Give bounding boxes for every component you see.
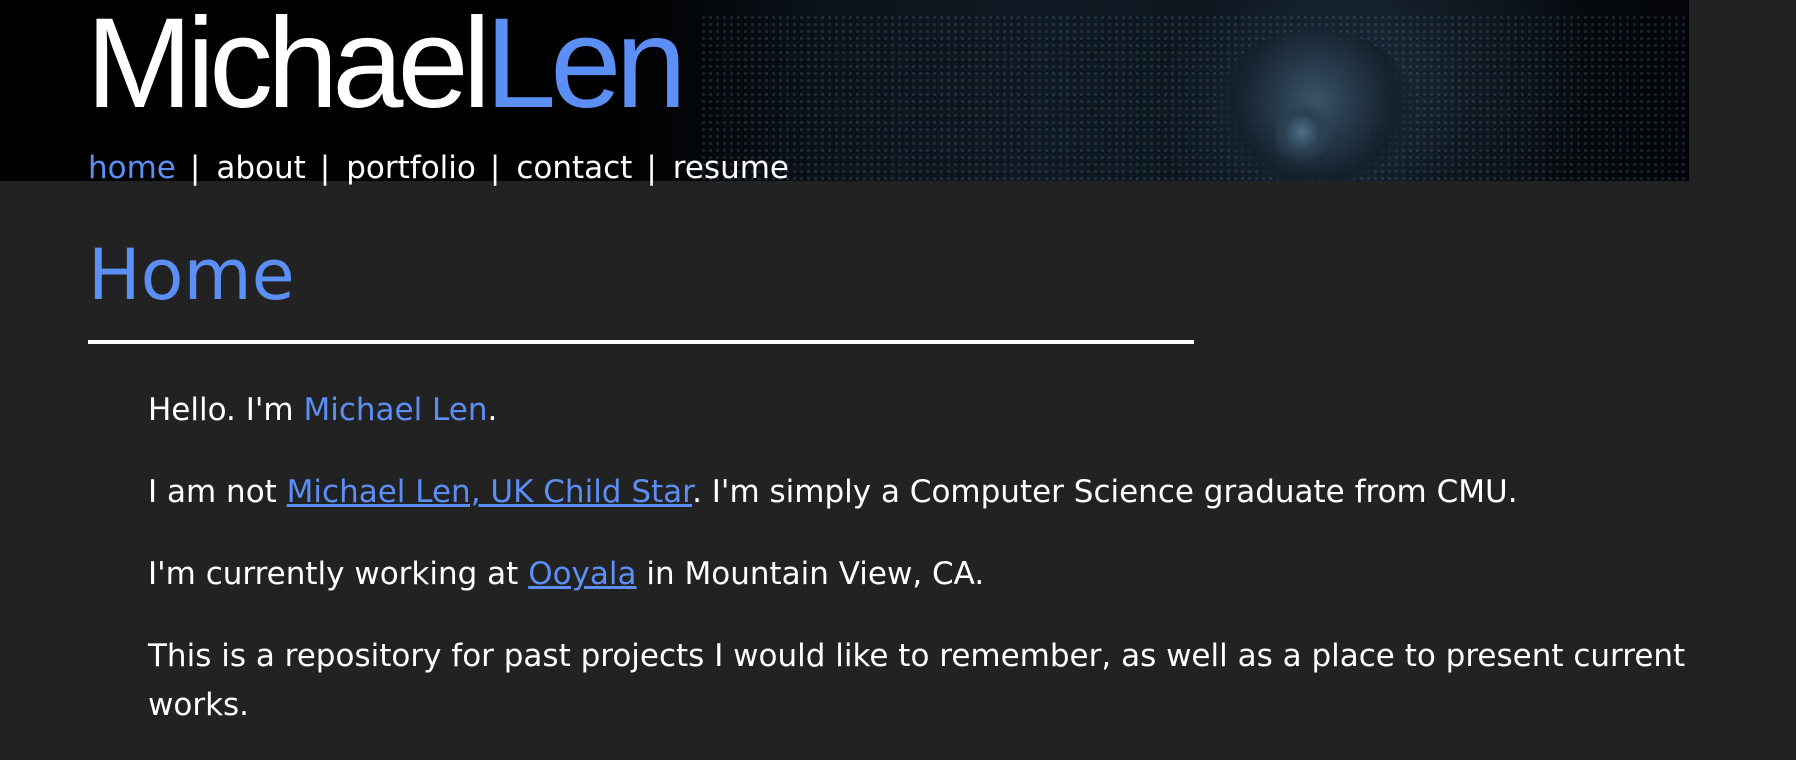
greeting-text: Hello. I'm (148, 392, 304, 428)
nav-separator: | (489, 150, 501, 186)
intro-paragraph-repository: This is a repository for past projects I… (148, 638, 1686, 723)
logo-last-name: Len (485, 0, 687, 135)
title-divider (88, 340, 1194, 344)
nav-item-home[interactable]: home (88, 150, 176, 186)
nav-item-contact[interactable]: contact (516, 150, 632, 186)
nav-separator: | (319, 150, 331, 186)
work-text: I'm currently working at (148, 556, 529, 592)
main-content: Home Hello. I'm Michael Len. I am not Mi… (88, 230, 1708, 760)
intro-paragraph-greeting: Hello. I'm Michael Len. (148, 386, 1708, 435)
speaker-knob-center (1275, 105, 1335, 165)
identity-text: I am not (148, 474, 287, 510)
intro-paragraph-identity: I am not Michael Len, UK Child Star. I'm… (148, 468, 1708, 517)
banner-texture (700, 14, 1689, 181)
highlighted-name: Michael Len (303, 392, 488, 428)
main-nav: home | about | portfolio | contact | resume (88, 150, 789, 186)
page-title: Home (88, 234, 295, 316)
identity-text-end: . I'm simply a Computer Science graduate… (692, 474, 1518, 510)
uk-child-star-link[interactable]: Michael Len, UK Child Star (287, 474, 692, 510)
nav-separator: | (189, 150, 201, 186)
nav-item-portfolio[interactable]: portfolio (346, 150, 476, 186)
page: MichaelLen home | about | portfolio | contact |… (0, 0, 1796, 760)
greeting-end: . (487, 392, 498, 428)
nav-separator: | (646, 150, 657, 186)
logo-first-name: Michael (86, 0, 491, 135)
site-logo[interactable]: MichaelLen (86, 0, 687, 128)
intro-text: Hello. I'm Michael Len. I am not Michael… (148, 386, 1708, 730)
intro-paragraph-work: I'm currently working at Ooyala in Mount… (148, 550, 1708, 599)
ooyala-link[interactable]: Ooyala (528, 556, 636, 592)
nav-item-about[interactable]: about (216, 150, 305, 186)
work-text-end: in Mountain View, CA. (636, 556, 985, 592)
nav-item-resume[interactable]: resume (673, 150, 789, 186)
